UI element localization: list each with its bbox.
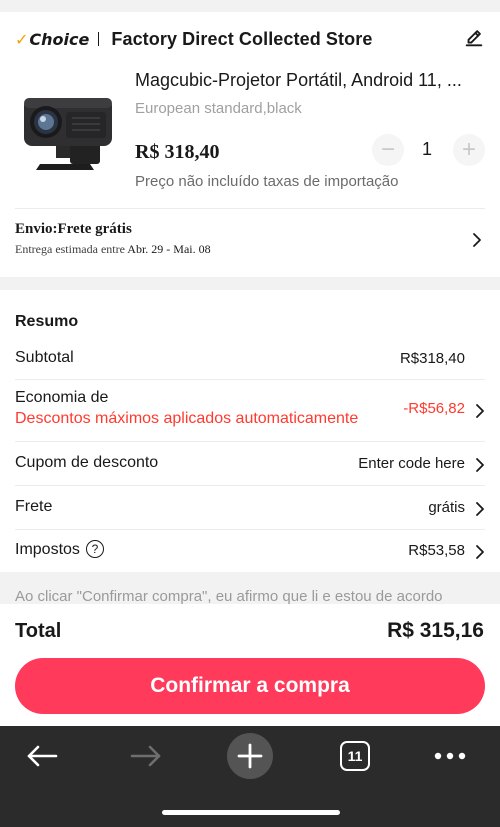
shipping-estimate: Entrega estimada entre Abr. 29 - Mai. 08	[15, 242, 211, 257]
terms-strip: Ao clicar "Confirmar compra", eu afirmo …	[0, 572, 500, 606]
savings-note: Descontos máximos aplicados automaticame…	[15, 410, 359, 427]
help-icon[interactable]: ?	[85, 540, 104, 558]
forward-arrow-icon	[130, 745, 161, 767]
shipping-title: Envio:Frete grátis	[15, 221, 132, 237]
divider	[15, 441, 485, 442]
header-separator	[98, 32, 100, 46]
subtotal-row: Subtotal R$318,40	[15, 348, 485, 378]
savings-value: -R$56,82	[403, 400, 465, 417]
shipping-row[interactable]: Envio:Frete grátis Entrega estimada entr…	[0, 209, 500, 265]
shipping-estimate-prefix: Entrega estimada entre	[15, 242, 125, 256]
terms-text: Ao clicar "Confirmar compra", eu afirmo …	[15, 588, 443, 605]
divider	[15, 379, 485, 380]
store-name[interactable]: Factory Direct Collected Store	[111, 29, 372, 50]
chevron-right-icon[interactable]	[472, 232, 482, 248]
more-menu-button[interactable]	[432, 734, 468, 778]
choice-logo: ✓ Choice	[15, 30, 89, 49]
summary-card: Resumo Subtotal R$318,40 Economia de Des…	[0, 290, 500, 572]
back-arrow-icon	[27, 745, 58, 767]
coupon-row[interactable]: Cupom de desconto Enter code here	[15, 453, 485, 477]
divider	[15, 485, 485, 486]
import-tax-note: Preço não incluído taxas de importação	[135, 173, 399, 190]
new-tab-plus-icon	[227, 733, 273, 779]
tabs-button[interactable]: 11	[338, 734, 372, 778]
product-price: R$ 318,40	[135, 141, 220, 163]
chevron-right-icon[interactable]	[475, 544, 485, 560]
product-image[interactable]	[18, 84, 118, 174]
store-header: ✓ Choice Factory Direct Collected Store	[15, 26, 485, 52]
forward-button[interactable]	[124, 734, 168, 778]
quantity-increase-button[interactable]: +	[453, 134, 485, 166]
shipping-fee-value: grátis	[428, 499, 465, 516]
edit-icon[interactable]	[463, 27, 485, 49]
back-button[interactable]	[20, 734, 64, 778]
subtotal-value: R$318,40	[399, 350, 465, 367]
shipping-fee-label: Frete	[15, 498, 53, 515]
total-value: R$ 315,16	[387, 619, 484, 642]
product-variant[interactable]: European standard,black	[135, 100, 302, 117]
browser-toolbar: 11	[0, 726, 500, 827]
new-tab-button[interactable]	[227, 733, 273, 779]
top-strip	[0, 0, 500, 12]
shipping-estimate-dates: Abr. 29 - Mai. 08	[127, 242, 211, 256]
subtotal-label: Subtotal	[15, 349, 74, 366]
confirm-purchase-button[interactable]: Confirmar a compra	[15, 658, 485, 714]
summary-title: Resumo	[15, 313, 79, 330]
chevron-right-icon[interactable]	[475, 457, 485, 473]
taxes-label-group: Impostos?	[15, 540, 104, 559]
quantity-value: 1	[421, 139, 432, 159]
store-card: ✓ Choice Factory Direct Collected Store …	[0, 12, 500, 277]
home-indicator	[162, 810, 340, 815]
divider	[15, 529, 485, 530]
chevron-right-icon[interactable]	[475, 501, 485, 517]
more-dots-icon	[434, 752, 466, 760]
shipping-fee-row[interactable]: Frete grátis	[15, 497, 485, 521]
savings-row[interactable]: Economia de Descontos máximos aplicados …	[15, 388, 485, 432]
taxes-label: Impostos	[15, 541, 80, 559]
checkout-footer: Total R$ 315,16 Confirmar a compra	[0, 604, 500, 726]
check-icon: ✓	[15, 29, 29, 49]
taxes-row[interactable]: Impostos? R$53,58	[15, 540, 485, 564]
choice-label: Choice	[29, 29, 90, 49]
taxes-value: R$53,58	[408, 542, 465, 559]
quantity-decrease-button[interactable]: −	[372, 134, 404, 166]
product-title[interactable]: Magcubic-Projetor Portátil, Android 11, …	[135, 70, 485, 91]
coupon-label: Cupom de desconto	[15, 454, 159, 471]
chevron-right-icon[interactable]	[475, 403, 485, 419]
total-label: Total	[15, 620, 62, 642]
savings-label: Economia de	[15, 389, 109, 406]
tabs-icon: 11	[340, 741, 370, 771]
coupon-input[interactable]: Enter code here	[358, 455, 465, 472]
